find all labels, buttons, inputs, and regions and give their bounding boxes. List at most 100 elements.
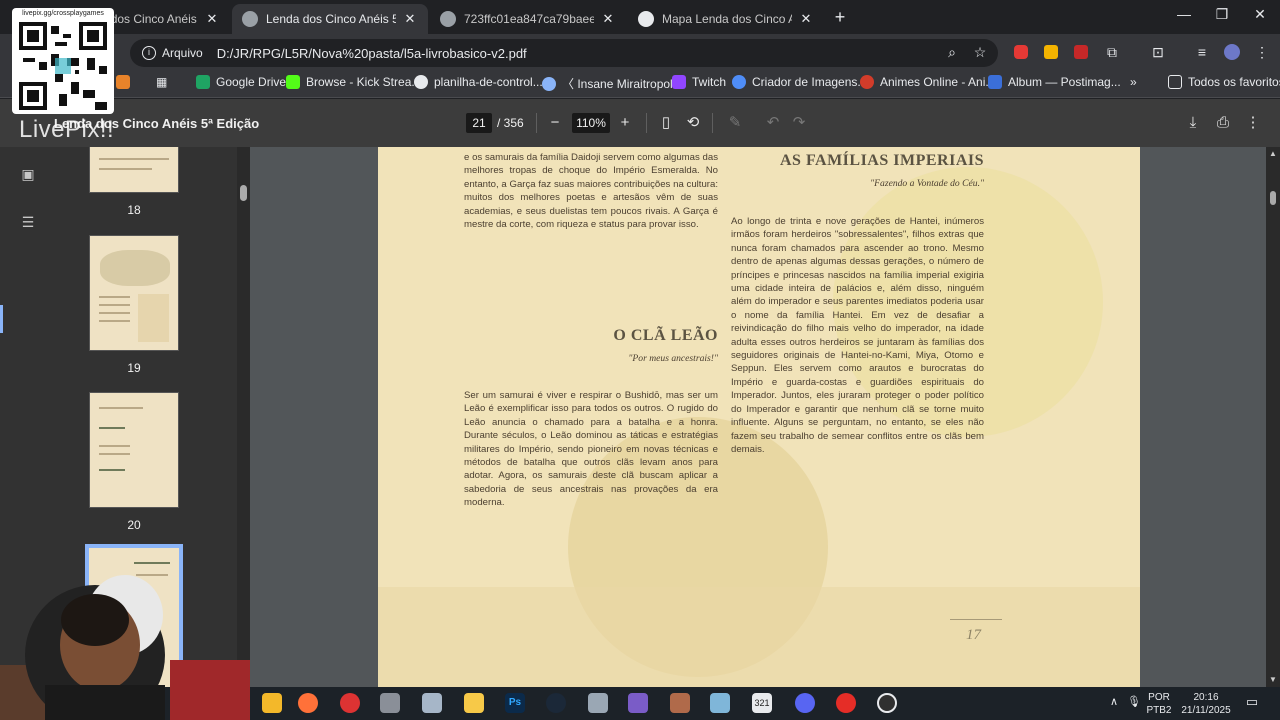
- thumbnail-page-20[interactable]: [89, 392, 179, 508]
- thumbnail-page-19[interactable]: [89, 235, 179, 351]
- close-tab-icon[interactable]: ✕: [204, 11, 220, 27]
- bookmark-animes[interactable]: Animes Online - Ani...: [860, 75, 995, 89]
- bookmark-criador[interactable]: Criador de Imagens...: [732, 75, 867, 89]
- bookmark-kick[interactable]: Browse - Kick Strea...: [286, 75, 421, 89]
- divider: [712, 113, 713, 133]
- taskbar-app-icon[interactable]: [340, 693, 360, 713]
- zoom-icon[interactable]: ⌕: [944, 44, 960, 60]
- taskbar-app-icon[interactable]: [710, 693, 730, 713]
- obs-icon[interactable]: [877, 693, 897, 713]
- extension-icon-red[interactable]: [1014, 45, 1028, 59]
- thumb-text-line: [98, 445, 130, 447]
- scroll-thumb[interactable]: [1270, 191, 1276, 205]
- print-icon[interactable]: ⎙: [1213, 113, 1233, 133]
- main-scrollbar[interactable]: ▲ ▼: [1266, 147, 1280, 687]
- tab-pdf-2-active[interactable]: Lenda dos Cinco Anéis 5ª Edição ✕: [232, 4, 428, 34]
- thumb-text-line: [98, 158, 170, 160]
- rotate-icon[interactable]: ⟲: [683, 113, 703, 133]
- profile-avatar[interactable]: [1224, 44, 1240, 60]
- firefox-icon[interactable]: [298, 693, 318, 713]
- extension-icon-pdf[interactable]: [1074, 45, 1088, 59]
- taskbar-app-icon[interactable]: [628, 693, 648, 713]
- more-options-icon[interactable]: ⋮: [1243, 113, 1263, 133]
- bookmark-twitch[interactable]: Twitch: [672, 75, 726, 89]
- page-number: 17: [966, 627, 981, 643]
- bookmark-orange[interactable]: [116, 75, 136, 89]
- tray-chevron-icon[interactable]: ∧: [1106, 696, 1122, 709]
- kebab-menu-icon[interactable]: ⋮: [1254, 44, 1270, 60]
- bookmark-postimage[interactable]: Album — Postimag...: [988, 75, 1121, 89]
- extensions-puzzle-icon[interactable]: ⧉: [1104, 44, 1120, 60]
- bookmark-google-drive[interactable]: Google Drive: [196, 75, 286, 89]
- crane-paragraph: e os samurais da família Daidoji servem …: [464, 152, 718, 231]
- zoom-in-icon[interactable]: +: [615, 113, 635, 133]
- zoom-level-input[interactable]: 110%: [572, 113, 610, 133]
- scroll-up-arrow-icon[interactable]: ▲: [1266, 149, 1280, 158]
- thumbnail-number: 20: [127, 518, 141, 532]
- close-tab-icon[interactable]: ✕: [600, 11, 616, 27]
- microphone-icon[interactable]: 🎙: [1126, 696, 1142, 709]
- thumb-text-line: [98, 320, 130, 322]
- bookmark-star-icon[interactable]: ☆: [972, 44, 988, 60]
- zoom-out-icon[interactable]: −: [545, 113, 565, 133]
- tab-hash[interactable]: 723ffc01ea847ca79baeec5a351 ✕: [430, 4, 626, 34]
- page-number-input[interactable]: 21: [466, 113, 492, 133]
- qr-caption: livepix.gg/crossplaygames: [22, 10, 104, 17]
- redo-icon[interactable]: ↷: [789, 113, 809, 133]
- close-tab-icon[interactable]: ✕: [402, 11, 418, 27]
- address-bar[interactable]: i Arquivo D:/JR/RPG/L5R/Nova%20pasta/l5a…: [130, 39, 998, 67]
- bookmark-label: Browse - Kick Strea...: [306, 75, 422, 89]
- webcam-overlay: [0, 575, 250, 720]
- calendar-icon[interactable]: 321: [752, 693, 772, 713]
- tab-map[interactable]: Mapa Lenda dos Cinco Aneis - L ✕: [628, 4, 824, 34]
- taskbar-app-icon[interactable]: [588, 693, 608, 713]
- language-indicator[interactable]: POR PTB2: [1146, 691, 1172, 717]
- bookmark-icon: [116, 75, 130, 89]
- file-explorer-icon[interactable]: [464, 693, 484, 713]
- taskbar-app-icon[interactable]: [670, 693, 690, 713]
- taskbar-app-icon[interactable]: [262, 693, 282, 713]
- taskbar-app-icon[interactable]: [380, 693, 400, 713]
- thumbnail-number: 19: [127, 361, 141, 375]
- url-text[interactable]: D:/JR/RPG/L5R/Nova%20pasta/l5a-livrobasi…: [217, 46, 527, 61]
- clock-date: 21/11/2025: [1181, 705, 1231, 716]
- notifications-icon[interactable]: ▭: [1242, 695, 1262, 708]
- close-window-icon[interactable]: ✕: [1246, 6, 1274, 23]
- taskbar-app-icon[interactable]: [422, 693, 442, 713]
- new-tab-button[interactable]: +: [830, 7, 850, 28]
- kick-icon: [286, 75, 300, 89]
- thumb-text-line: [98, 312, 130, 314]
- close-tab-icon[interactable]: ✕: [798, 11, 814, 27]
- more-bookmarks-icon[interactable]: »: [1130, 75, 1137, 89]
- screenshot-icon[interactable]: ⊡: [1150, 44, 1166, 60]
- bookmark-insane[interactable]: 〈 Insane Miraitropol...: [542, 75, 683, 92]
- steam-icon[interactable]: [546, 693, 566, 713]
- tab-title: Lenda dos Cinco Anéis 5ª Edição: [266, 12, 396, 26]
- minimize-icon[interactable]: —: [1170, 6, 1198, 22]
- site-info-chip[interactable]: i Arquivo: [134, 42, 211, 64]
- outline-icon[interactable]: ☰: [18, 212, 38, 232]
- media-control-icon[interactable]: ≡: [1194, 44, 1210, 60]
- annotate-pen-icon[interactable]: ✎: [725, 113, 745, 133]
- thumbnails-icon[interactable]: ▣: [18, 164, 38, 184]
- all-bookmarks-folder[interactable]: Todos os favoritos: [1168, 75, 1280, 89]
- download-icon[interactable]: ⤓: [1183, 113, 1203, 133]
- scroll-thumb[interactable]: [240, 185, 247, 201]
- divider: [646, 113, 647, 133]
- pdf-viewport[interactable]: e os samurais da família Daidoji servem …: [250, 147, 1266, 687]
- bookmark-planilha[interactable]: planilha-de-control...: [414, 75, 543, 89]
- restore-icon[interactable]: ❐: [1208, 6, 1236, 23]
- fit-page-icon[interactable]: ▯: [656, 113, 676, 133]
- clock[interactable]: 20:16 21/11/2025: [1176, 691, 1236, 717]
- scroll-down-arrow-icon[interactable]: ▼: [1266, 675, 1280, 684]
- extension-icon-yellow[interactable]: [1044, 45, 1058, 59]
- undo-icon[interactable]: ↶: [763, 113, 783, 133]
- photoshop-icon[interactable]: Ps: [505, 693, 525, 713]
- bookmark-label: Animes Online - Ani...: [880, 75, 996, 89]
- discord-icon[interactable]: [795, 693, 815, 713]
- animes-icon: [860, 75, 874, 89]
- thumbnail-page-18[interactable]: [89, 147, 179, 193]
- imperial-families-heading: AS FAMÍLIAS IMPERIAIS: [779, 152, 984, 169]
- taskbar-app-icon[interactable]: [836, 693, 856, 713]
- apps-grid-icon[interactable]: ▦: [156, 75, 167, 89]
